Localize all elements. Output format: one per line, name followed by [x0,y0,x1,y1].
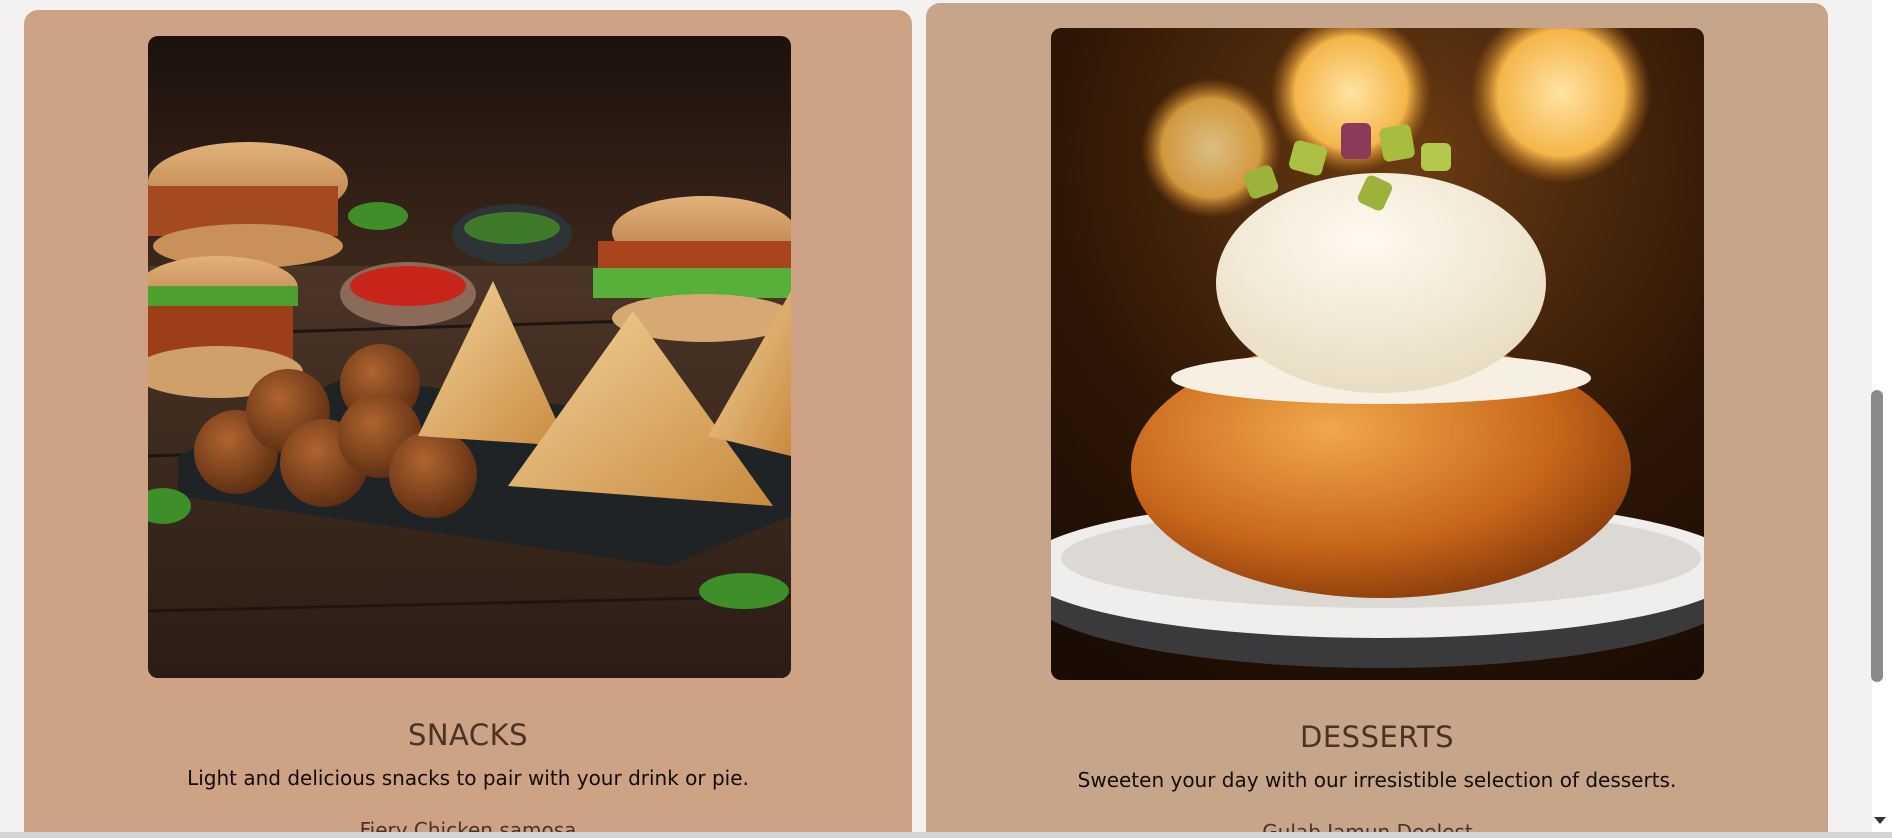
menu-card-snacks[interactable]: SNACKS Light and delicious snacks to pai… [24,10,912,832]
card-title: SNACKS [407,718,529,752]
card-description: Sweeten your day with our irresistible s… [1077,768,1677,792]
card-description: Light and delicious snacks to pair with … [187,766,749,790]
dessert-photo [1051,28,1704,680]
horizontal-scrollbar[interactable] [0,832,1892,838]
menu-item-name[interactable]: Fiery Chicken samosa [24,818,912,832]
menu-item-name[interactable]: Gulab Jamun Deelest... [926,820,1828,832]
snacks-photo [148,36,791,678]
menu-card-desserts[interactable]: DESSERTS Sweeten your day with our irres… [926,3,1828,832]
scroll-down-arrow-icon[interactable] [1871,812,1889,826]
page-viewport: SNACKS Light and delicious snacks to pai… [0,0,1872,832]
card-title: DESSERTS [1300,720,1454,754]
scrollbar-thumb[interactable] [1871,390,1883,682]
